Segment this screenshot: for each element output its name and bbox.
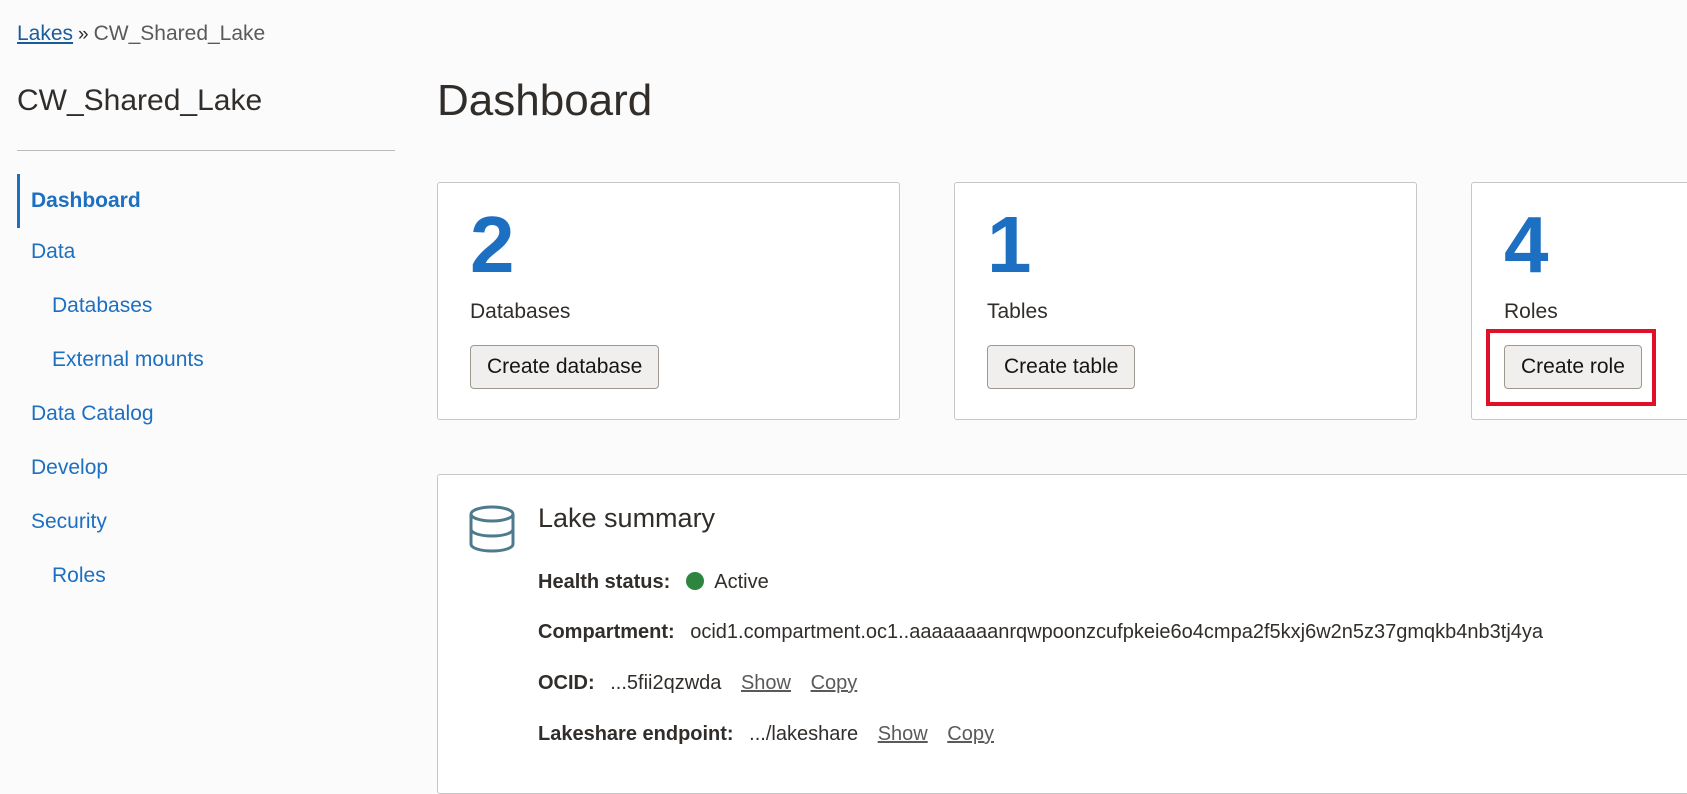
database-icon (468, 505, 516, 558)
sidebar-item-data[interactable]: Data (31, 240, 75, 264)
tables-card: 1 Tables Create table (954, 182, 1417, 420)
compartment-value: ocid1.compartment.oc1..aaaaaaaanrqwpoonz… (690, 621, 1544, 643)
sidebar-item-roles[interactable]: Roles (52, 564, 106, 588)
roles-label: Roles (1504, 300, 1558, 323)
lake-summary-title: Lake summary (538, 503, 716, 533)
sidebar-item-develop[interactable]: Develop (31, 456, 108, 480)
health-status-label: Health status: (538, 571, 671, 593)
sidebar-item-external-mounts[interactable]: External mounts (52, 348, 204, 372)
active-status-icon (685, 572, 704, 590)
roles-count: 4 (1504, 200, 1549, 289)
ocid-row: OCID: ...5fii2qzwda Show Copy (538, 672, 857, 695)
breadcrumb: Lakes» CW_Shared_Lake (17, 22, 265, 46)
sidebar-item-data-catalog[interactable]: Data Catalog (31, 402, 154, 426)
ocid-show-link[interactable]: Show (741, 672, 791, 694)
endpoint-copy-link[interactable]: Copy (947, 723, 994, 745)
health-status-value: Active (714, 571, 769, 593)
sidebar-item-security[interactable]: Security (31, 510, 107, 534)
create-database-button[interactable]: Create database (470, 345, 660, 389)
lake-title: CW_Shared_Lake (17, 84, 263, 117)
page-title: Dashboard (437, 76, 653, 125)
compartment-row: Compartment: ocid1.compartment.oc1..aaaa… (538, 621, 1543, 644)
ocid-label: OCID: (538, 672, 595, 694)
sidebar-divider (17, 150, 395, 151)
compartment-label: Compartment: (538, 621, 675, 643)
databases-count: 2 (470, 200, 515, 289)
ocid-copy-link[interactable]: Copy (811, 672, 858, 694)
sidebar-item-databases[interactable]: Databases (52, 294, 152, 318)
databases-card: 2 Databases Create database (437, 182, 900, 420)
tables-count: 1 (987, 200, 1032, 289)
lakeshare-endpoint-label: Lakeshare endpoint: (538, 723, 734, 745)
lake-summary-panel: Lake summary Health status: Active Compa… (437, 474, 1687, 794)
tables-label: Tables (987, 300, 1048, 323)
sidebar-item-dashboard[interactable]: Dashboard (17, 174, 141, 228)
create-role-highlight (1486, 329, 1656, 406)
lakeshare-endpoint-value: .../lakeshare (749, 723, 859, 745)
endpoint-show-link[interactable]: Show (878, 723, 928, 745)
health-status-row: Health status: Active (538, 571, 769, 594)
databases-label: Databases (470, 300, 571, 323)
breadcrumb-lakes-link[interactable]: Lakes (17, 22, 73, 45)
breadcrumb-separator: » (78, 24, 89, 45)
breadcrumb-current: CW_Shared_Lake (93, 22, 266, 45)
ocid-value: ...5fii2qzwda (610, 672, 722, 694)
create-table-button[interactable]: Create table (987, 345, 1136, 389)
lakeshare-endpoint-row: Lakeshare endpoint: .../lakeshare Show C… (538, 723, 994, 746)
